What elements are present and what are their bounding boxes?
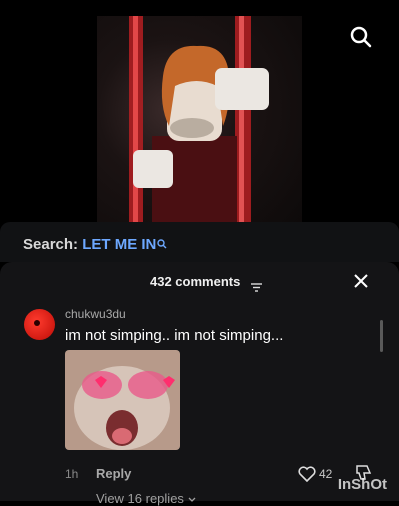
comment-image[interactable] bbox=[65, 350, 180, 450]
search-suggestion-bar[interactable]: Search: LET ME IN bbox=[0, 222, 399, 262]
view-replies-label: View 16 replies bbox=[96, 491, 184, 506]
search-suggestion[interactable]: Search: LET ME IN bbox=[23, 236, 167, 253]
search-icon[interactable] bbox=[349, 25, 373, 49]
comments-header: 432 comments bbox=[0, 270, 399, 294]
comment-username[interactable]: chukwu3du bbox=[65, 307, 126, 321]
avatar[interactable] bbox=[24, 309, 55, 340]
scrollbar[interactable] bbox=[380, 320, 383, 352]
comment-time: 1h bbox=[65, 467, 79, 481]
search-icon bbox=[157, 236, 167, 249]
sort-icon[interactable] bbox=[251, 279, 262, 292]
close-icon[interactable] bbox=[353, 273, 369, 289]
comments-sheet: 432 comments chukwu3du im not simping.. … bbox=[0, 262, 399, 506]
chevron-down-icon bbox=[188, 491, 196, 506]
comment-item: chukwu3du im not simping.. im not simpin… bbox=[0, 302, 399, 506]
view-replies-link[interactable]: View 16 replies bbox=[96, 491, 196, 506]
like-button[interactable]: 42 bbox=[298, 464, 338, 484]
search-query-link[interactable]: LET ME IN bbox=[82, 236, 156, 253]
search-label: Search: bbox=[23, 236, 79, 253]
video-thumbnail[interactable] bbox=[97, 16, 302, 225]
comment-text: im not simping.. im not simping... bbox=[65, 327, 284, 344]
reply-button[interactable]: Reply bbox=[96, 466, 131, 481]
video-area[interactable] bbox=[0, 0, 399, 225]
watermark: InShOt bbox=[337, 476, 387, 493]
like-count: 42 bbox=[319, 467, 333, 481]
comment-count: 432 comments bbox=[150, 274, 241, 289]
